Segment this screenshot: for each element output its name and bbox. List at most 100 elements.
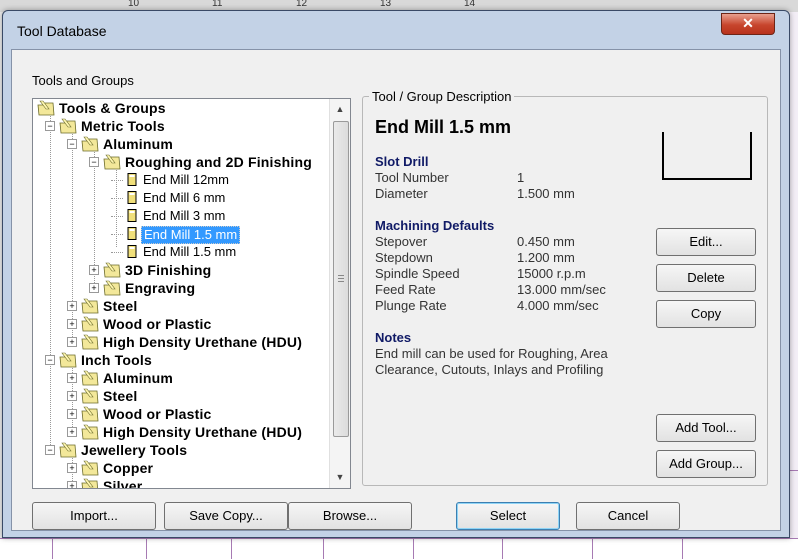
ruler-number: 11 bbox=[212, 0, 223, 9]
tool-tree[interactable]: Tools & Groups − Metric Tools − Aluminum − Rou… bbox=[32, 98, 351, 489]
diameter-value: 1.500 mm bbox=[517, 186, 575, 201]
expand-icon[interactable]: + bbox=[67, 301, 77, 311]
tree-group-item[interactable]: + Engraving bbox=[33, 279, 329, 297]
expand-icon[interactable]: + bbox=[67, 373, 77, 383]
tool-profile-preview bbox=[662, 132, 752, 180]
tree-connector bbox=[111, 234, 123, 235]
cancel-button[interactable]: Cancel bbox=[576, 502, 680, 530]
expand-icon[interactable]: + bbox=[89, 265, 99, 275]
tree-group-item[interactable]: − Metric Tools bbox=[33, 117, 329, 135]
tree-group-item[interactable]: + Wood or Plastic bbox=[33, 315, 329, 333]
tree-tool-item[interactable]: End Mill 3 mm bbox=[33, 207, 329, 225]
tree-group-item[interactable]: + Steel bbox=[33, 297, 329, 315]
scroll-thumb[interactable] bbox=[333, 121, 349, 437]
ruler-number: 12 bbox=[296, 0, 308, 9]
tree-tool-item[interactable]: End Mill 12mm bbox=[33, 171, 329, 189]
folder-icon bbox=[103, 280, 121, 296]
tree-group-item[interactable]: − Jewellery Tools bbox=[33, 441, 329, 459]
collapse-icon[interactable]: − bbox=[45, 121, 55, 131]
expand-icon[interactable]: + bbox=[89, 283, 99, 293]
spindle-speed-label: Spindle Speed bbox=[375, 266, 460, 281]
tool-tree-items: Tools & Groups − Metric Tools − Aluminum − Rou… bbox=[33, 99, 329, 488]
folder-icon bbox=[81, 478, 99, 488]
select-button[interactable]: Select bbox=[456, 502, 560, 530]
tree-item-label: Inch Tools bbox=[81, 352, 152, 368]
tree-group-item[interactable]: − Roughing and 2D Finishing bbox=[33, 153, 329, 171]
save-copy-button[interactable]: Save Copy... bbox=[164, 502, 288, 530]
tree-group-item[interactable]: + Aluminum bbox=[33, 369, 329, 387]
folder-icon bbox=[81, 316, 99, 332]
tree-group-item[interactable]: − Inch Tools bbox=[33, 351, 329, 369]
expand-icon[interactable]: + bbox=[67, 463, 77, 473]
tree-group-item[interactable]: Tools & Groups bbox=[33, 99, 329, 117]
close-icon: ✕ bbox=[742, 15, 754, 31]
tool-number-label: Tool Number bbox=[375, 170, 449, 185]
folder-icon bbox=[59, 352, 77, 368]
tree-item-label: End Mill 12mm bbox=[143, 172, 229, 187]
tree-group-item[interactable]: + Wood or Plastic bbox=[33, 405, 329, 423]
collapse-icon[interactable]: − bbox=[67, 139, 77, 149]
tool-name-heading: End Mill 1.5 mm bbox=[375, 117, 512, 137]
folder-icon bbox=[59, 118, 77, 134]
tree-group-item[interactable]: + Silver bbox=[33, 477, 329, 488]
tree-group-item[interactable]: + High Density Urethane (HDU) bbox=[33, 333, 329, 351]
notes-heading: Notes bbox=[375, 330, 412, 345]
scroll-up-button[interactable]: ▲ bbox=[332, 101, 348, 117]
copy-button[interactable]: Copy bbox=[656, 300, 756, 328]
scroll-down-icon: ▼ bbox=[335, 472, 345, 482]
tree-item-label: Wood or Plastic bbox=[103, 406, 212, 422]
tree-group-item[interactable]: + Copper bbox=[33, 459, 329, 477]
tool-database-dialog: Tool Database ✕ Tools and Groups Tools &… bbox=[2, 10, 790, 538]
delete-button[interactable]: Delete bbox=[656, 264, 756, 292]
folder-icon bbox=[103, 262, 121, 278]
collapse-icon[interactable]: − bbox=[89, 157, 99, 167]
feed-rate-value: 13.000 mm/sec bbox=[517, 282, 606, 297]
tree-group-item[interactable]: + Steel bbox=[33, 387, 329, 405]
tree-item-label: High Density Urethane (HDU) bbox=[103, 424, 303, 440]
tree-item-label: 3D Finishing bbox=[125, 262, 212, 278]
collapse-icon[interactable]: − bbox=[45, 445, 55, 455]
collapse-icon[interactable]: − bbox=[45, 355, 55, 365]
expand-icon[interactable]: + bbox=[67, 427, 77, 437]
expand-icon[interactable]: + bbox=[67, 481, 77, 488]
tree-item-label: High Density Urethane (HDU) bbox=[103, 334, 303, 350]
expand-icon[interactable]: + bbox=[67, 391, 77, 401]
tool-icon bbox=[127, 209, 137, 222]
tool-icon bbox=[127, 245, 137, 258]
expand-icon[interactable]: + bbox=[67, 409, 77, 419]
tree-item-label: Jewellery Tools bbox=[81, 442, 188, 458]
tree-group-item[interactable]: − Aluminum bbox=[33, 135, 329, 153]
tree-item-label: Tools & Groups bbox=[59, 100, 166, 116]
scroll-up-icon: ▲ bbox=[335, 104, 345, 114]
tree-tool-item[interactable]: End Mill 1.5 mm bbox=[33, 243, 329, 261]
scroll-down-button[interactable]: ▼ bbox=[332, 469, 348, 485]
browse-button[interactable]: Browse... bbox=[288, 502, 412, 530]
tree-item-label: End Mill 3 mm bbox=[143, 208, 226, 223]
stepover-value: 0.450 mm bbox=[517, 234, 575, 249]
import-button[interactable]: Import... bbox=[32, 502, 156, 530]
ruler-number: 13 bbox=[380, 0, 392, 9]
tree-connector bbox=[111, 252, 123, 253]
tree-tool-item[interactable]: End Mill 1.5 mm bbox=[33, 225, 329, 244]
tool-icon bbox=[127, 227, 137, 240]
close-button[interactable]: ✕ bbox=[721, 13, 775, 35]
tree-scrollbar[interactable]: ▲ ▼ bbox=[329, 99, 350, 488]
tree-group-item[interactable]: +3D Finishing bbox=[33, 261, 329, 279]
title-bar[interactable]: Tool Database ✕ bbox=[3, 11, 789, 49]
tree-item-label: Wood or Plastic bbox=[103, 316, 212, 332]
ruler-number: 14 bbox=[464, 0, 476, 9]
spindle-speed-value: 15000 r.p.m bbox=[517, 266, 586, 281]
stepdown-value: 1.200 mm bbox=[517, 250, 575, 265]
stepover-label: Stepover bbox=[375, 234, 428, 249]
expand-icon[interactable]: + bbox=[67, 319, 77, 329]
tree-group-item[interactable]: + High Density Urethane (HDU) bbox=[33, 423, 329, 441]
tree-item-label: Metric Tools bbox=[81, 118, 165, 134]
add-group-button[interactable]: Add Group... bbox=[656, 450, 756, 478]
edit-button[interactable]: Edit... bbox=[656, 228, 756, 256]
expand-icon[interactable]: + bbox=[67, 337, 77, 347]
add-tool-button[interactable]: Add Tool... bbox=[656, 414, 756, 442]
folder-icon bbox=[59, 442, 77, 458]
tree-tool-item[interactable]: End Mill 6 mm bbox=[33, 189, 329, 207]
tools-and-groups-label: Tools and Groups bbox=[32, 73, 134, 88]
tree-item-label: Aluminum bbox=[103, 370, 174, 386]
